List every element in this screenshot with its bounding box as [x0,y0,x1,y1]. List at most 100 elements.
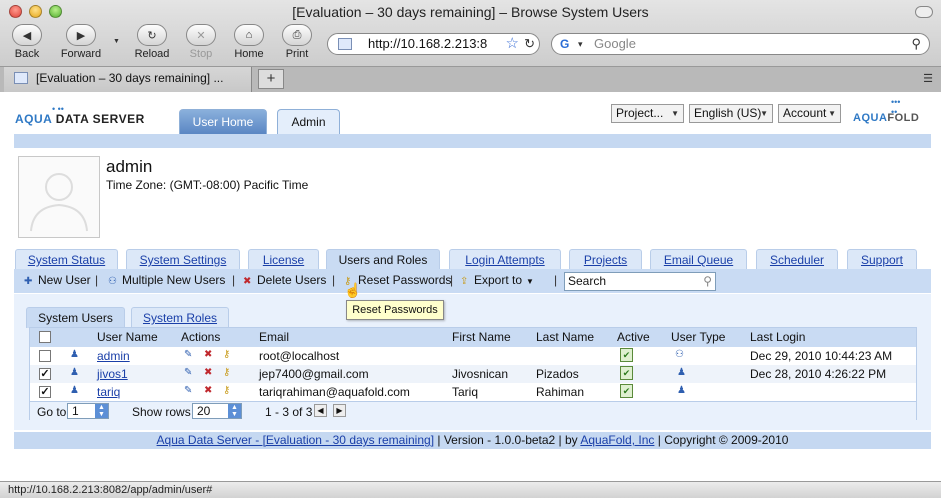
new-tab-button[interactable]: + [258,69,284,89]
delete-user-icon[interactable]: ✖ [204,385,212,396]
key-icon[interactable]: ⚷ [223,349,230,360]
back-button[interactable]: ◀ Back [10,24,44,60]
tab-support[interactable]: Support [847,249,917,270]
column-first-name[interactable]: First Name [452,330,511,344]
delete-user-icon[interactable]: ✖ [204,349,212,360]
search-icon[interactable]: ⚲ [911,34,921,54]
tab-system-settings[interactable]: System Settings [126,249,240,270]
footer-version-text: | Version - 1.0.0-beta2 | by [434,433,581,447]
user-name-link[interactable]: tariq [97,385,120,399]
forward-label: Forward [60,48,102,60]
stop-button[interactable]: ✕ Stop [184,24,218,60]
edit-user-icon[interactable]: ✎ [184,367,192,378]
reload-button[interactable]: ↻ Reload [132,24,172,60]
add-user-icon: ✚ [24,276,33,287]
row-checkbox[interactable] [39,350,51,362]
toolbar-toggle-button[interactable] [915,6,933,18]
home-button[interactable]: ⌂ Home [232,24,266,60]
key-icon[interactable]: ⚷ [223,367,230,378]
tab-users-and-roles[interactable]: Users and Roles [326,249,440,271]
tab-email-queue[interactable]: Email Queue [650,249,747,270]
project-select[interactable]: Project... ▼ [611,104,684,123]
project-select-value: Project... [616,106,664,120]
active-check-icon: ✔ [620,384,633,398]
delete-users-button[interactable]: ✖ Delete Users [243,273,326,287]
avatar [18,156,100,238]
edit-user-icon[interactable]: ✎ [184,385,192,396]
toolbar-divider: | [232,273,236,287]
stop-icon: ✕ [186,24,216,46]
zoom-window-button[interactable] [49,5,62,18]
google-icon: G [560,37,570,51]
row-checkbox[interactable]: ✓ [39,386,51,398]
edit-user-icon[interactable]: ✎ [184,349,192,360]
tab-system-roles[interactable]: System Roles [131,307,229,327]
column-user-name[interactable]: User Name [97,330,158,344]
browser-tab[interactable]: [Evaluation – 30 days remaining] ... [4,67,252,92]
close-window-button[interactable] [9,5,22,18]
column-email[interactable]: Email [259,330,289,344]
show-rows-select[interactable]: 20 ▲ ▼ [192,403,242,419]
user-icon: ♟ [70,349,79,360]
tab-login-attempts[interactable]: Login Attempts [449,249,561,270]
export-to-button[interactable]: ⇪ Export to ▼ [460,273,534,287]
column-user-type[interactable]: User Type [671,330,725,344]
tab-license[interactable]: License [248,249,319,270]
tooltip: Reset Passwords [346,300,444,320]
tab-list-menu-icon[interactable]: ☰ [923,72,933,85]
users-toolbar: ✚ New User | ⚇ Multiple New Users | ✖ Delet… [14,269,931,293]
column-active[interactable]: Active [617,330,650,344]
tab-system-status[interactable]: System Status [15,249,118,270]
previous-page-icon[interactable]: ◀ [314,404,327,417]
stepper-arrows-icon[interactable]: ▲ ▼ [228,404,241,418]
user-name-link[interactable]: admin [97,349,130,363]
table-row[interactable]: ♟ admin ✎ ✖ ⚷ root@localhost ✔ ⚇ Dec 29,… [30,347,916,365]
web-search-field[interactable]: G ▾ Google ⚲ [551,33,930,55]
first-name-cell: Jivosnican [452,367,509,381]
user-icon: ♟ [70,385,79,396]
table-row[interactable]: ✓ ♟ tariq ✎ ✖ ⚷ tariqrahiman@aquafold.co… [30,383,916,401]
user-search-input[interactable]: Search ⚲ [564,272,716,291]
history-dropdown-icon[interactable]: ▼ [113,38,120,45]
stepper-arrows-icon[interactable]: ▲ ▼ [95,404,108,418]
delete-user-icon[interactable]: ✖ [204,367,212,378]
add-users-icon: ⚇ [108,276,117,287]
column-last-name[interactable]: Last Name [536,330,594,344]
account-select[interactable]: Account ▼ [778,104,841,123]
tab-system-users[interactable]: System Users [26,307,125,328]
url-reload-icon[interactable]: ↻ [524,34,535,54]
tab-admin[interactable]: Admin [277,109,340,134]
logo-data-server-text: DATA SERVER [51,112,145,126]
goto-page-stepper[interactable]: 1 ▲ ▼ [67,403,109,419]
browser-chrome: [Evaluation – 30 days remaining] – Brows… [0,0,941,92]
chevron-down-icon: ▼ [671,109,679,118]
table-row[interactable]: ✓ ♟ jivos1 ✎ ✖ ⚷ jep7400@gmail.com Jivos… [30,365,916,383]
tab-projects[interactable]: Projects [569,249,642,270]
first-name-cell: Tariq [452,385,479,399]
new-user-button[interactable]: ✚ New User [24,273,91,287]
profile-username: admin [106,157,153,176]
chevron-down-icon: ▼ [760,109,768,118]
footer-product-link[interactable]: Aqua Data Server - [Evaluation - 30 days… [157,433,434,447]
tab-user-home[interactable]: User Home [179,109,267,134]
row-checkbox[interactable]: ✓ [39,368,51,380]
minimize-window-button[interactable] [29,5,42,18]
multiple-new-users-button[interactable]: ⚇ Multiple New Users [108,273,225,287]
key-icon[interactable]: ⚷ [223,385,230,396]
search-icon[interactable]: ⚲ [703,273,712,290]
tab-scheduler[interactable]: Scheduler [756,249,838,270]
bookmark-star-icon[interactable]: ☆ [506,34,519,54]
column-last-login[interactable]: Last Login [750,330,805,344]
address-bar[interactable]: http://10.168.2.213:8 ☆ ↻ [327,33,540,55]
next-page-icon[interactable]: ▶ [333,404,346,417]
language-select[interactable]: English (US) ▼ [689,104,773,123]
footer-copyright-text: | Copyright © 2009-2010 [654,433,789,447]
footer-company-link[interactable]: AquaFold, Inc [580,433,654,447]
print-button[interactable]: ⎙ Print [280,24,314,60]
select-all-checkbox[interactable] [39,331,51,343]
search-engine-dropdown-icon[interactable]: ▾ [578,34,583,54]
reload-label: Reload [134,48,170,60]
user-name-link[interactable]: jivos1 [97,367,128,381]
forward-button[interactable]: ▶ Forward [58,24,104,60]
goto-label: Go to [37,405,67,419]
